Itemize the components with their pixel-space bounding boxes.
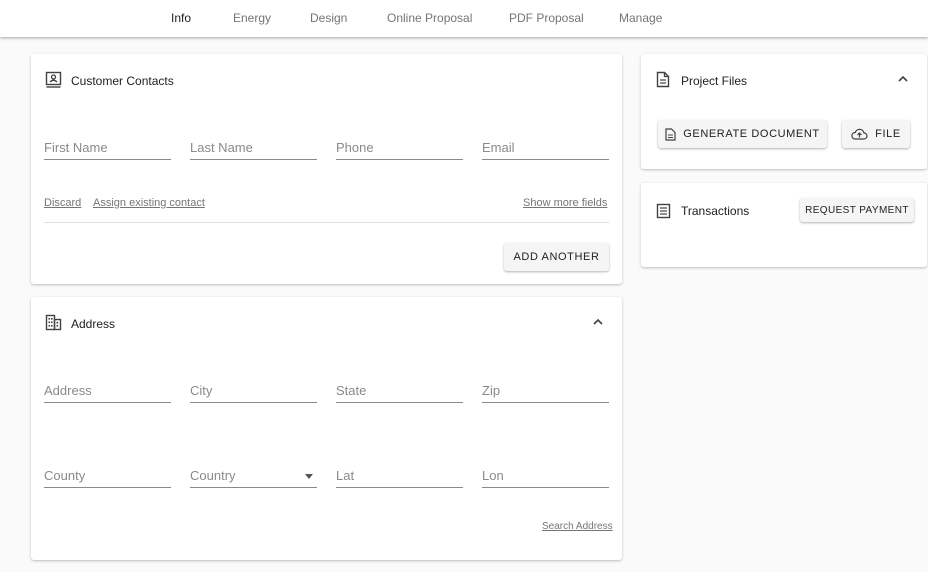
address-field[interactable] bbox=[44, 381, 171, 403]
receipt-icon bbox=[656, 203, 671, 219]
file-label: FILE bbox=[875, 128, 901, 140]
search-address-link[interactable]: Search Address bbox=[542, 521, 613, 532]
chevron-up-icon[interactable] bbox=[897, 74, 909, 84]
county-field[interactable] bbox=[44, 466, 171, 488]
tab-online-proposal[interactable]: Online Proposal bbox=[387, 11, 472, 25]
country-select[interactable] bbox=[190, 466, 317, 488]
address-card: Address Search Address bbox=[31, 297, 622, 560]
lon-input[interactable] bbox=[482, 466, 609, 484]
state-field[interactable] bbox=[336, 381, 463, 403]
phone-input[interactable] bbox=[336, 138, 463, 156]
document-icon bbox=[665, 127, 676, 141]
generate-document-label: GENERATE DOCUMENT bbox=[683, 128, 820, 140]
lat-field[interactable] bbox=[336, 466, 463, 488]
address-input[interactable] bbox=[44, 381, 171, 399]
city-input[interactable] bbox=[190, 381, 317, 399]
lon-field[interactable] bbox=[482, 466, 609, 488]
state-input[interactable] bbox=[336, 381, 463, 399]
add-another-button[interactable]: ADD ANOTHER bbox=[504, 243, 609, 271]
card-title-customer-contacts: Customer Contacts bbox=[71, 74, 174, 88]
last-name-field[interactable] bbox=[190, 138, 317, 160]
divider bbox=[44, 222, 609, 223]
assign-existing-contact-link[interactable]: Assign existing contact bbox=[93, 197, 205, 209]
building-icon bbox=[45, 314, 62, 331]
dropdown-arrow-icon[interactable] bbox=[305, 474, 313, 479]
tab-info[interactable]: Info bbox=[171, 11, 191, 25]
tab-design[interactable]: Design bbox=[310, 11, 347, 25]
project-files-card: Project Files GENERATE DOCUMENT FILE bbox=[641, 54, 927, 169]
chevron-up-icon[interactable] bbox=[592, 317, 604, 327]
top-nav-bar: Info Energy Design Online Proposal PDF P… bbox=[0, 0, 928, 37]
country-input[interactable] bbox=[190, 466, 317, 484]
request-payment-button[interactable]: REQUEST PAYMENT bbox=[800, 198, 914, 222]
email-input[interactable] bbox=[482, 138, 609, 156]
zip-input[interactable] bbox=[482, 381, 609, 399]
contact-card-icon bbox=[45, 71, 62, 88]
discard-link[interactable]: Discard bbox=[44, 197, 81, 209]
phone-field[interactable] bbox=[336, 138, 463, 160]
email-field[interactable] bbox=[482, 138, 609, 160]
tab-pdf-proposal[interactable]: PDF Proposal bbox=[509, 11, 584, 25]
card-title-address: Address bbox=[71, 317, 116, 331]
cloud-upload-icon bbox=[851, 128, 868, 140]
lat-input[interactable] bbox=[336, 466, 463, 484]
customer-contacts-card: Customer Contacts Discard Assign existin… bbox=[31, 54, 622, 284]
card-title-project-files: Project Files bbox=[681, 74, 748, 88]
tab-energy[interactable]: Energy bbox=[233, 11, 271, 25]
show-more-fields-link[interactable]: Show more fields bbox=[523, 197, 607, 209]
tab-manage[interactable]: Manage bbox=[619, 11, 662, 25]
last-name-input[interactable] bbox=[190, 138, 317, 156]
first-name-field[interactable] bbox=[44, 138, 171, 160]
zip-field[interactable] bbox=[482, 381, 609, 403]
generate-document-button[interactable]: GENERATE DOCUMENT bbox=[658, 120, 827, 148]
document-icon bbox=[656, 71, 670, 88]
transactions-card: Transactions REQUEST PAYMENT bbox=[641, 183, 927, 267]
card-title-transactions: Transactions bbox=[681, 204, 750, 218]
county-input[interactable] bbox=[44, 466, 171, 484]
first-name-input[interactable] bbox=[44, 138, 171, 156]
file-upload-button[interactable]: FILE bbox=[842, 120, 910, 148]
city-field[interactable] bbox=[190, 381, 317, 403]
